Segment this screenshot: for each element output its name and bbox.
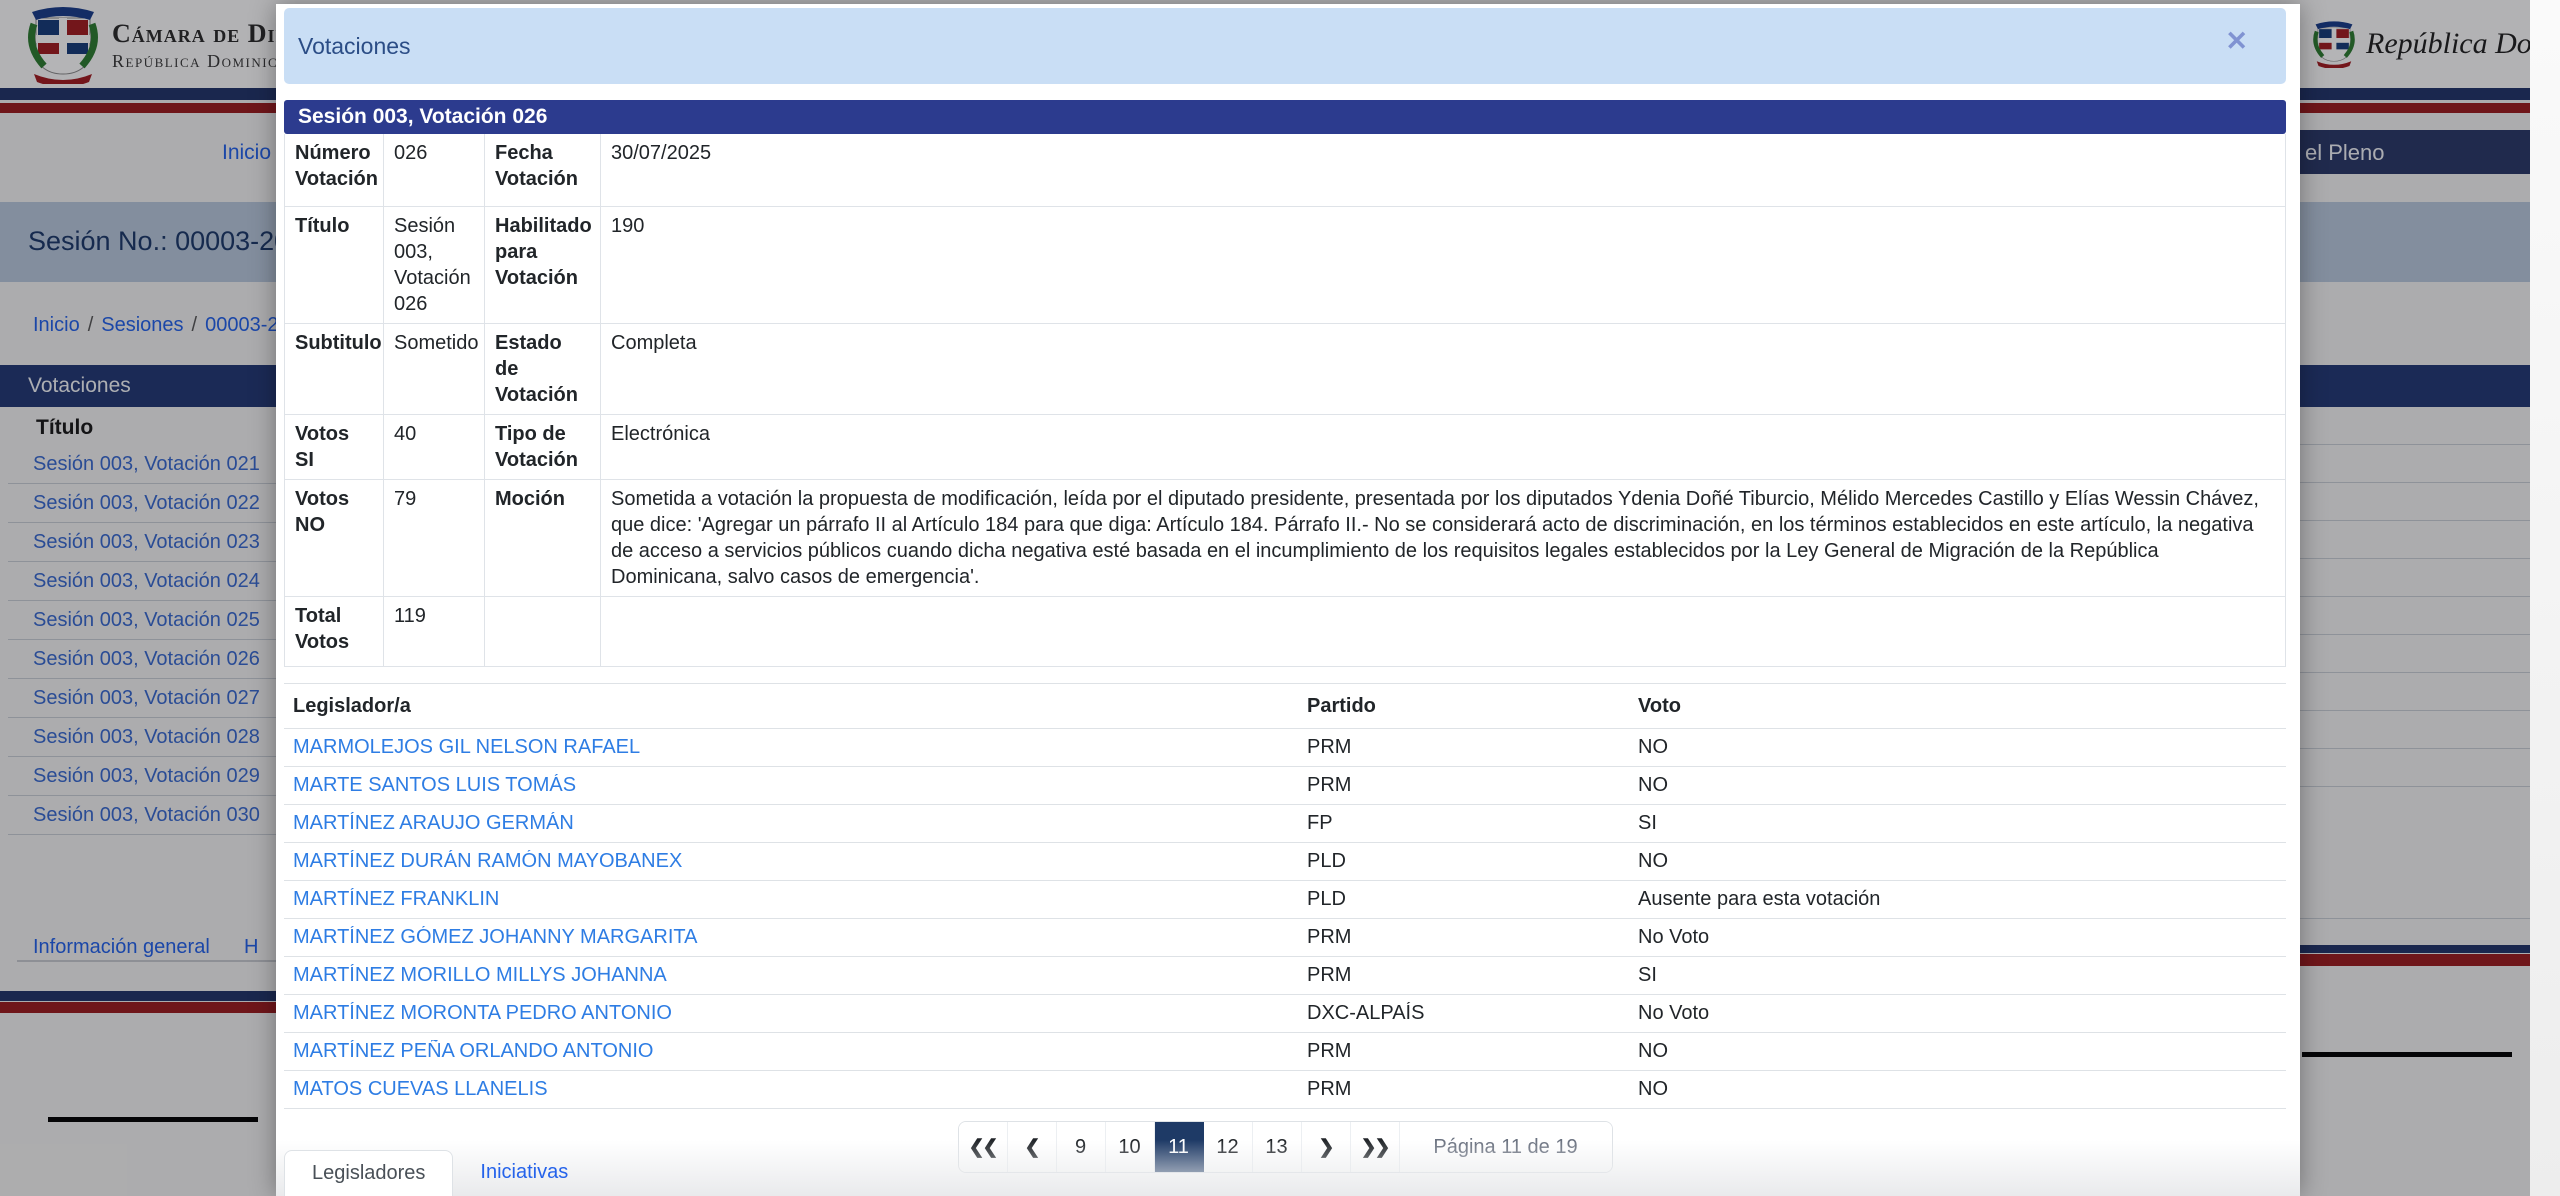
legislator-party: PRM: [1307, 1078, 1352, 1100]
table-row: MARMOLEJOS GIL NELSON RAFAEL PRM NO: [284, 729, 2286, 767]
legislator-party: PRM: [1307, 1040, 1352, 1062]
detail-label-1: Total Votos: [285, 597, 384, 666]
table-row: MARTE SANTOS LUIS TOMÁS PRM NO: [284, 767, 2286, 805]
votaciones-modal: Votaciones ✕ Sesión 003, Votación 026 Nú…: [276, 4, 2300, 1196]
detail-value-2: 30/07/2025: [611, 142, 712, 164]
legislator-name-link[interactable]: MARTÍNEZ MORILLO MILLYS JOHANNA: [284, 964, 1298, 987]
legislator-vote: NO: [1638, 1040, 1668, 1062]
detail-label-1: Votos SI: [285, 415, 384, 479]
legislator-vote: NO: [1638, 774, 1668, 796]
detail-value-2: Sometida a votación la propuesta de modi…: [611, 488, 2259, 588]
detail-value-1: Sesión 003, Votación 026: [384, 207, 485, 323]
detail-value-1: 119: [384, 597, 485, 666]
detail-value-2: Electrónica: [611, 423, 710, 445]
detail-value-1: 40: [384, 415, 485, 479]
table-row: MARTÍNEZ GÓMEZ JOHANNY MARGARITA PRM No …: [284, 919, 2286, 957]
header-legislador: Legislador/a: [293, 694, 411, 717]
legislators-table-header: Legislador/a Partido Voto: [284, 683, 2286, 729]
detail-label-2: Tipo de Votación: [485, 415, 601, 479]
legislator-party: PLD: [1307, 888, 1346, 910]
detail-label-2: Habilitado para Votación: [485, 207, 601, 323]
detail-label-1: Votos NO: [285, 480, 384, 596]
table-row: MARTÍNEZ PEÑA ORLANDO ANTONIO PRM NO: [284, 1033, 2286, 1071]
modal-header: Votaciones ✕: [284, 8, 2286, 84]
legislator-party: FP: [1307, 812, 1333, 834]
table-row: MARTÍNEZ DURÁN RAMÓN MAYOBANEX PLD NO: [284, 843, 2286, 881]
detail-value-1: 79: [384, 480, 485, 596]
table-row: MARTÍNEZ MORONTA PEDRO ANTONIO DXC-ALPAÍ…: [284, 995, 2286, 1033]
detail-value-2: 190: [611, 215, 645, 237]
detail-label-2: Fecha Votación: [485, 134, 601, 206]
legislator-vote: No Voto: [1638, 1002, 1710, 1024]
legislator-vote: SI: [1638, 812, 1657, 834]
tab-legisladores[interactable]: Legisladores: [284, 1150, 454, 1196]
legislator-vote: NO: [1638, 1078, 1668, 1100]
legislator-name-link[interactable]: MARMOLEJOS GIL NELSON RAFAEL: [284, 736, 1298, 759]
legislator-name-link[interactable]: MARTÍNEZ FRANKLIN: [284, 888, 1298, 911]
close-icon[interactable]: ✕: [2225, 28, 2248, 55]
detail-label-1: Título: [285, 207, 384, 323]
detail-label-2: Estado de Votación: [485, 324, 601, 414]
table-row: MATOS CUEVAS LLANELIS PRM NO: [284, 1071, 2286, 1109]
detail-label-2: Moción: [485, 480, 601, 596]
detail-label-1: Número Votación: [285, 134, 384, 206]
legislator-party: PLD: [1307, 850, 1346, 872]
tab-iniciativas[interactable]: Iniciativas: [453, 1150, 568, 1196]
modal-title: Votaciones: [298, 32, 411, 59]
legislator-vote: SI: [1638, 964, 1657, 986]
vote-details-row: Votos NO 79 Moción Sometida a votación l…: [285, 480, 2285, 597]
detail-label-2: [485, 597, 601, 666]
detail-value-1: Sometido: [384, 324, 485, 414]
detail-value-2: [601, 597, 2285, 666]
header-voto: Voto: [1638, 694, 1681, 717]
vote-details-table: Número Votación 026 Fecha Votación 30/07…: [284, 134, 2286, 667]
legislator-name-link[interactable]: MARTE SANTOS LUIS TOMÁS: [284, 774, 1298, 797]
legislator-party: PRM: [1307, 736, 1352, 758]
vote-section-title: Sesión 003, Votación 026: [298, 105, 548, 128]
legislator-name-link[interactable]: MARTÍNEZ GÓMEZ JOHANNY MARGARITA: [284, 926, 1298, 949]
detail-label-1: Subtitulo: [285, 324, 384, 414]
table-row: MARTÍNEZ MORILLO MILLYS JOHANNA PRM SI: [284, 957, 2286, 995]
vote-details-row: Número Votación 026 Fecha Votación 30/07…: [285, 134, 2285, 207]
legislator-name-link[interactable]: MATOS CUEVAS LLANELIS: [284, 1078, 1298, 1101]
bottom-tabs: Legisladores Iniciativas: [284, 1150, 568, 1196]
legislator-name-link[interactable]: MARTÍNEZ PEÑA ORLANDO ANTONIO: [284, 1040, 1298, 1063]
legislator-vote: Ausente para esta votación: [1638, 888, 1881, 910]
table-row: MARTÍNEZ ARAUJO GERMÁN FP SI: [284, 805, 2286, 843]
detail-value-2: Completa: [611, 332, 697, 354]
legislator-name-link[interactable]: MARTÍNEZ DURÁN RAMÓN MAYOBANEX: [284, 850, 1298, 873]
legislator-party: PRM: [1307, 774, 1352, 796]
legislators-table-body: MARMOLEJOS GIL NELSON RAFAEL PRM NO MART…: [284, 729, 2286, 1109]
vote-details-row: Subtitulo Sometido Estado de Votación Co…: [285, 324, 2285, 415]
legislator-vote: NO: [1638, 850, 1668, 872]
legislator-name-link[interactable]: MARTÍNEZ ARAUJO GERMÁN: [284, 812, 1298, 835]
legislator-name-link[interactable]: MARTÍNEZ MORONTA PEDRO ANTONIO: [284, 1002, 1298, 1025]
vote-details-row: Total Votos 119: [285, 597, 2285, 666]
legislators-table: Legislador/a Partido Voto MARMOLEJOS GIL…: [284, 683, 2286, 1109]
legislator-vote: NO: [1638, 736, 1668, 758]
legislator-party: DXC-ALPAÍS: [1307, 1002, 1425, 1024]
legislator-party: PRM: [1307, 926, 1352, 948]
vote-details-row: Título Sesión 003, Votación 026 Habilita…: [285, 207, 2285, 324]
legislator-vote: No Voto: [1638, 926, 1710, 948]
header-partido: Partido: [1307, 694, 1376, 717]
detail-value-1: 026: [384, 134, 485, 206]
modal-bottom-fade: [276, 1140, 2300, 1196]
vote-section-header: Sesión 003, Votación 026: [284, 100, 2286, 134]
table-row: MARTÍNEZ FRANKLIN PLD Ausente para esta …: [284, 881, 2286, 919]
vote-details-row: Votos SI 40 Tipo de Votación Electrónica: [285, 415, 2285, 480]
page-right-margin: [2530, 0, 2560, 1196]
legislator-party: PRM: [1307, 964, 1352, 986]
